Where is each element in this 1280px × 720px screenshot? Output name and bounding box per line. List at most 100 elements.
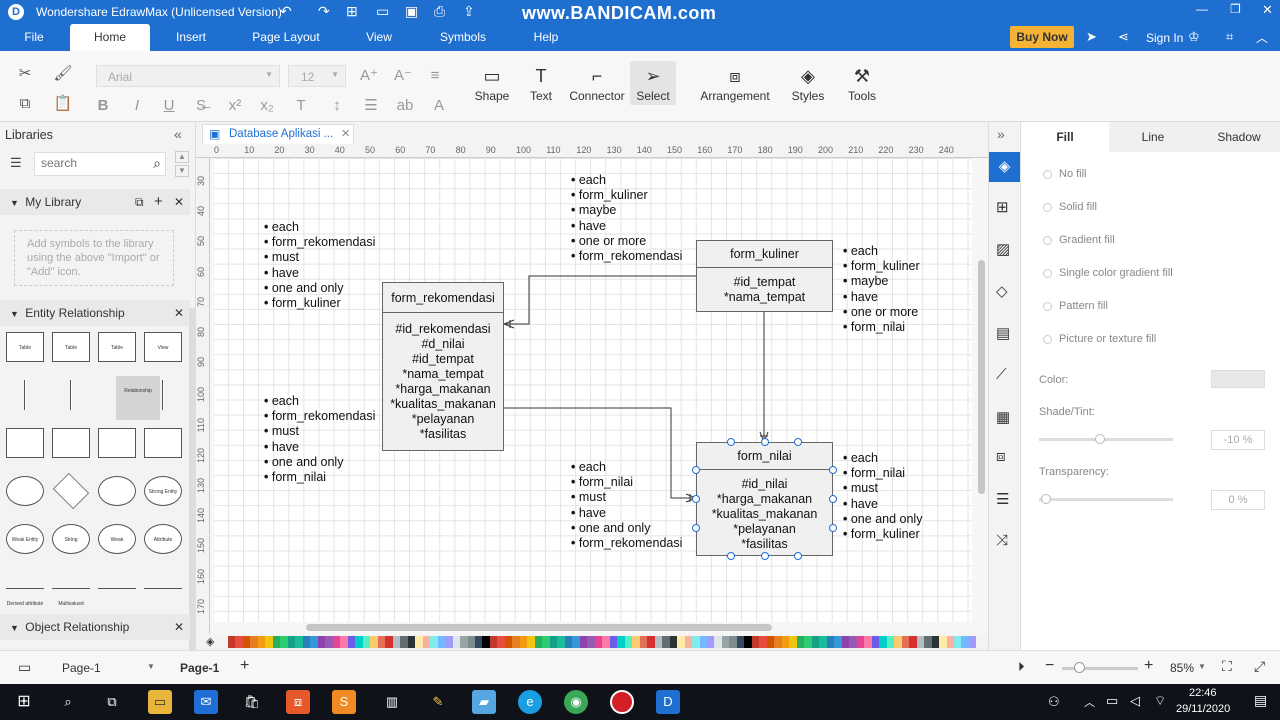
color-swatch[interactable] (489, 636, 498, 648)
play-icon[interactable]: ⏵ (1018, 659, 1025, 675)
fullscreen-icon[interactable]: ⤢ (1254, 658, 1265, 675)
library-shape[interactable] (98, 428, 136, 458)
color-swatch[interactable] (617, 636, 625, 648)
scroll-up-icon[interactable]: ▲ (175, 151, 189, 163)
color-swatch[interactable] (280, 636, 288, 648)
shade-slider-thumb[interactable] (1095, 434, 1105, 444)
color-swatch[interactable] (714, 636, 722, 648)
color-swatch[interactable] (362, 636, 371, 648)
tab-line[interactable]: Line (1109, 122, 1197, 152)
page-tab[interactable]: Page-1 (180, 661, 219, 675)
font-color-icon[interactable]: A (428, 95, 450, 117)
image-panel-icon[interactable]: ▨ (996, 240, 1010, 258)
color-swatch[interactable] (377, 636, 386, 648)
search-input[interactable] (41, 156, 141, 170)
menu-insert[interactable]: Insert (166, 24, 216, 51)
strikethrough-icon[interactable]: S̶ (190, 95, 212, 117)
color-swatch[interactable] (549, 636, 558, 648)
color-swatch[interactable] (886, 636, 895, 648)
color-swatch[interactable] (332, 636, 341, 648)
selection-handle[interactable] (692, 524, 700, 532)
notification-icon[interactable]: ▤ (1254, 692, 1267, 709)
color-swatch[interactable] (430, 636, 438, 648)
single-color-gradient-option[interactable]: Single color gradient fill (1043, 267, 1173, 279)
color-swatch[interactable] (467, 636, 475, 648)
library-shape[interactable]: Weak Entity (6, 524, 44, 554)
clock-date[interactable]: 29/11/2020 (1176, 703, 1230, 715)
color-swatch[interactable] (325, 636, 333, 648)
selection-handle[interactable] (829, 466, 837, 474)
close-icon[interactable]: ✕ (174, 614, 184, 640)
collapse-ribbon-icon[interactable]: ︿ (1256, 29, 1268, 46)
connector-tool[interactable]: ⌐ Connector (568, 63, 626, 103)
color-swatch[interactable] (257, 636, 266, 648)
color-swatch[interactable] (519, 636, 528, 648)
edge-icon[interactable]: e (518, 690, 542, 714)
save-icon[interactable]: ▣ (405, 3, 418, 20)
edrawmax-taskbar-icon[interactable]: D (656, 690, 680, 714)
subscript-icon[interactable]: x₂ (256, 95, 278, 117)
tab-shadow[interactable]: Shadow (1197, 122, 1280, 152)
color-swatch[interactable] (968, 636, 977, 648)
library-shape[interactable] (98, 588, 136, 589)
document-tab[interactable]: ▣ Database Aplikasi ... ✕ (202, 124, 354, 144)
horizontal-scrollbar[interactable] (306, 624, 772, 631)
paste-icon[interactable]: 📋 (52, 93, 74, 115)
selection-handle[interactable] (761, 552, 769, 560)
store-icon[interactable]: 🛍 (240, 690, 264, 714)
color-swatch[interactable] (692, 636, 700, 648)
library-shape[interactable]: String (52, 524, 90, 554)
library-shape[interactable]: Table (98, 332, 136, 362)
color-swatch[interactable] (504, 636, 513, 648)
organize-panel-icon[interactable]: ⧈ (996, 448, 1006, 465)
share-icon[interactable]: ⋖ (1118, 29, 1129, 45)
no-fill-option[interactable]: No fill (1043, 168, 1087, 180)
picture-fill-option[interactable]: Picture or texture fill (1043, 333, 1156, 345)
color-swatch[interactable] (804, 636, 812, 648)
color-swatch[interactable] (594, 636, 603, 648)
color-swatch[interactable] (744, 636, 752, 648)
color-swatch[interactable] (677, 636, 685, 648)
color-swatch[interactable] (632, 636, 640, 648)
text-style-icon[interactable]: T (290, 95, 312, 117)
menu-home[interactable]: Home (70, 24, 150, 51)
format-panel-icon[interactable]: ☰ (996, 490, 1009, 508)
selection-handle[interactable] (829, 495, 837, 503)
color-swatch[interactable] (789, 636, 797, 648)
color-swatch[interactable] (684, 636, 693, 648)
color-swatch[interactable] (310, 636, 318, 648)
text-case-icon[interactable]: ab (394, 95, 416, 117)
color-swatch[interactable] (265, 636, 273, 648)
color-swatch[interactable] (400, 636, 408, 648)
close-icon[interactable]: ✕ (174, 189, 184, 215)
color-swatch[interactable] (235, 636, 243, 648)
library-shape[interactable] (52, 428, 90, 458)
format-painter-icon[interactable]: 🖌 (52, 63, 74, 85)
color-swatch[interactable] (579, 636, 588, 648)
sublime-icon[interactable]: S (332, 690, 356, 714)
color-swatch[interactable] (317, 636, 326, 648)
color-swatch[interactable] (407, 636, 416, 648)
color-swatch[interactable] (781, 636, 790, 648)
gradient-fill-option[interactable]: Gradient fill (1043, 234, 1115, 246)
selection-handle[interactable] (829, 524, 837, 532)
add-page-icon[interactable]: + (240, 657, 249, 675)
entity-form-nilai[interactable]: form_nilai #id_nilai *harga_makanan *kua… (696, 442, 833, 556)
restore-button[interactable]: ❐ (1230, 2, 1241, 16)
color-swatch[interactable] (445, 636, 453, 648)
color-swatch[interactable] (826, 636, 835, 648)
color-swatch[interactable] (415, 636, 423, 648)
add-icon[interactable]: + (154, 189, 163, 215)
shuffle-panel-icon[interactable]: ⤨ (996, 532, 1008, 549)
color-swatch[interactable] (228, 636, 236, 648)
color-swatch[interactable] (961, 636, 969, 648)
font-family-select[interactable]: Arial ▼ (96, 65, 280, 87)
shape-tool[interactable]: ▭ Shape (472, 63, 512, 103)
selection-handle[interactable] (692, 466, 700, 474)
underline-icon[interactable]: U (158, 95, 180, 117)
color-swatch[interactable] (287, 636, 296, 648)
cut-icon[interactable]: ✂ (14, 63, 36, 85)
line-spacing-icon[interactable]: ↕ (326, 95, 348, 117)
color-swatch[interactable] (924, 636, 932, 648)
app-icon-computer[interactable]: ▥ (380, 690, 404, 714)
